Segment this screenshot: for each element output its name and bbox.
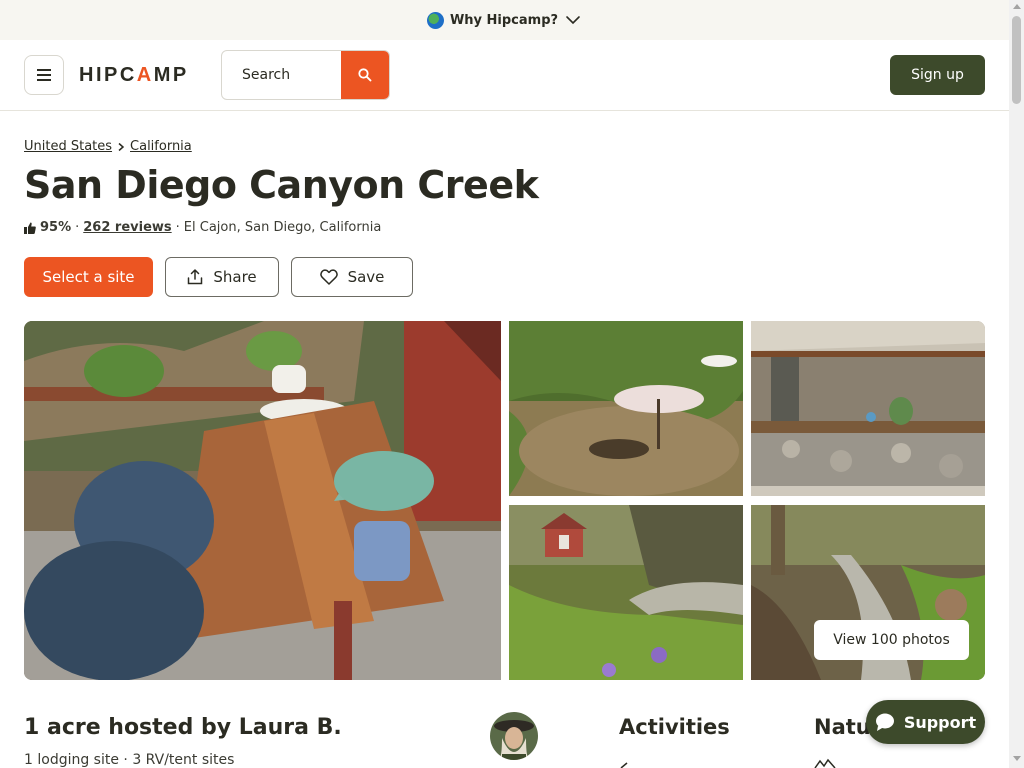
activities-heading: Activities: [619, 715, 730, 739]
breadcrumb: United States California: [24, 139, 192, 154]
menu-button[interactable]: [24, 55, 64, 95]
menu-icon: [37, 69, 51, 81]
listing-meta: 95% · 262 reviews · El Cajon, San Diego,…: [24, 220, 381, 235]
save-button[interactable]: Save: [291, 257, 413, 297]
search-icon: [358, 68, 372, 82]
view-all-photos-button[interactable]: View 100 photos: [814, 620, 969, 660]
scroll-up-arrow-icon[interactable]: [1013, 4, 1021, 9]
sign-up-button[interactable]: Sign up: [890, 55, 985, 95]
share-label: Share: [213, 268, 257, 286]
location-text: El Cajon, San Diego, California: [183, 220, 382, 235]
chevron-down-icon: [566, 16, 580, 25]
breadcrumb-united-states[interactable]: United States: [24, 139, 112, 154]
reviews-link[interactable]: 262 reviews: [83, 220, 171, 235]
select-site-button[interactable]: Select a site: [24, 257, 153, 297]
photo-umbrella-meadow[interactable]: [509, 321, 743, 496]
search-button[interactable]: [341, 51, 389, 99]
scroll-down-arrow-icon[interactable]: [1013, 756, 1021, 761]
scrollbar-thumb[interactable]: [1012, 16, 1021, 104]
share-button[interactable]: Share: [165, 257, 279, 297]
meta-separator: ·: [75, 220, 80, 235]
search-input[interactable]: Search: [222, 51, 341, 99]
host-heading: 1 acre hosted by Laura B.: [24, 715, 342, 740]
search-bar[interactable]: Search: [221, 50, 390, 100]
host-avatar[interactable]: [490, 712, 538, 760]
logo-text-prefix: HIPC: [79, 64, 137, 86]
thumbs-up-icon: [24, 222, 36, 234]
why-hipcamp-label: Why Hipcamp?: [449, 12, 559, 28]
logo-text-accent: A: [136, 64, 154, 86]
why-hipcamp-banner[interactable]: Why Hipcamp?: [0, 0, 1009, 40]
site-header: HIPCAMP Search Sign up: [0, 40, 1009, 111]
meta-separator: ·: [175, 220, 180, 235]
support-label: Support: [903, 712, 977, 732]
share-icon: [188, 269, 203, 285]
page-scrollbar[interactable]: [1009, 0, 1024, 768]
save-label: Save: [347, 268, 385, 286]
page-title: San Diego Canyon Creek: [24, 163, 539, 207]
mountain-icon: [814, 758, 836, 768]
activity-icon: [620, 762, 628, 768]
host-subtitle: 1 lodging site · 3 RV/tent sites: [24, 752, 235, 768]
rating-percent: 95%: [40, 220, 72, 235]
globe-icon: [426, 11, 444, 29]
support-chat-button[interactable]: Support: [866, 700, 985, 744]
photo-stone-kitchen[interactable]: [751, 321, 985, 496]
main-photo-table-succulents[interactable]: [24, 321, 501, 680]
heart-icon: [319, 269, 338, 285]
logo-text-suffix: MP: [153, 64, 189, 86]
breadcrumb-california[interactable]: California: [130, 139, 192, 154]
chat-icon: [875, 713, 894, 731]
chevron-right-icon: [118, 142, 125, 151]
photo-creek-cabin[interactable]: [509, 505, 743, 680]
hipcamp-logo[interactable]: HIPCAMP: [79, 64, 189, 87]
